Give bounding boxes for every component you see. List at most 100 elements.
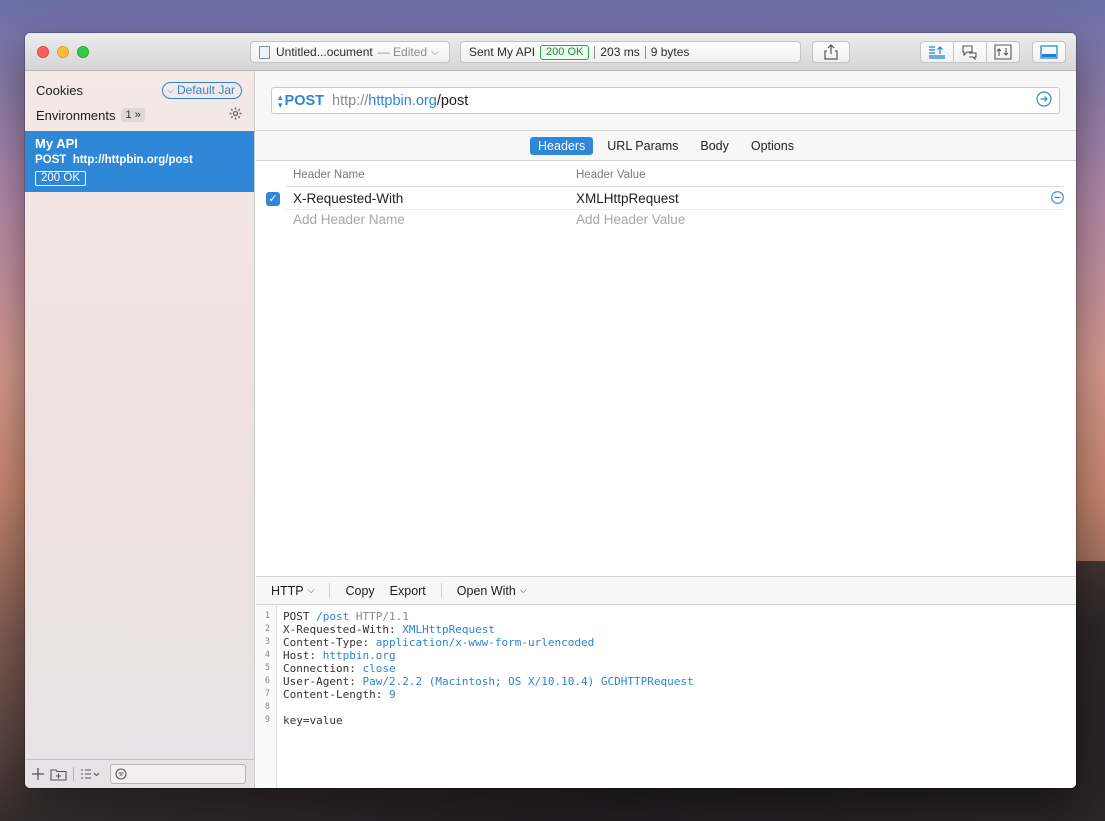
format-selector[interactable]: HTTP ⌵ bbox=[271, 584, 314, 598]
headers-table: Header Name Header Value ✓ X-Requested-W… bbox=[256, 162, 1076, 576]
request-item-url: POST http://httpbin.org/post bbox=[35, 154, 193, 166]
cookies-label: Cookies bbox=[36, 82, 83, 98]
tab-body[interactable]: Body bbox=[692, 137, 737, 155]
line-number: 4 bbox=[264, 650, 270, 660]
document-name: Untitled...ocument bbox=[276, 45, 373, 59]
share-icon bbox=[824, 44, 838, 60]
zoom-window-button[interactable] bbox=[77, 46, 89, 58]
divider bbox=[440, 583, 442, 598]
sent-label: Sent My API bbox=[469, 45, 536, 59]
preview-toolbar: HTTP ⌵ Copy Export Open With ⌵ bbox=[256, 576, 1076, 605]
line-number: 2 bbox=[264, 624, 270, 634]
status-badge: 200 OK bbox=[540, 44, 590, 60]
tab-headers[interactable]: Headers bbox=[530, 136, 594, 155]
url-host: httpbin.org bbox=[368, 92, 437, 109]
request-name: My API bbox=[497, 45, 536, 59]
code-generator-button[interactable] bbox=[953, 41, 987, 63]
gear-icon[interactable] bbox=[229, 107, 242, 123]
environments-row[interactable]: Environments 1 » bbox=[36, 106, 242, 124]
code-line: 2 X-Requested-With: XMLHttpRequest bbox=[256, 623, 1076, 636]
document-icon bbox=[259, 45, 270, 59]
code-line: 6 User-Agent: Paw/2.2.2 (Macintosh; OS X/… bbox=[256, 675, 1076, 688]
code-line: 5 Connection: close bbox=[256, 662, 1076, 675]
filter-icon bbox=[115, 768, 127, 780]
minimize-window-button[interactable] bbox=[57, 46, 69, 58]
copy-button[interactable]: Copy bbox=[345, 584, 374, 598]
tab-options[interactable]: Options bbox=[743, 137, 802, 155]
divider bbox=[644, 45, 646, 59]
add-group-icon[interactable] bbox=[50, 768, 67, 781]
tab-url-params[interactable]: URL Params bbox=[599, 137, 686, 155]
divider bbox=[594, 45, 596, 59]
table-row: Add Header Name Add Header Value bbox=[256, 209, 1076, 230]
duration-label: 203 ms bbox=[600, 45, 640, 59]
share-button[interactable] bbox=[812, 41, 850, 63]
request-item-status-badge: 200 OK bbox=[35, 171, 86, 186]
divider bbox=[73, 767, 74, 781]
code-text: User-Agent: Paw/2.2.2 (Macintosh; OS X/1… bbox=[283, 675, 694, 688]
header-name-column: Header Name bbox=[293, 169, 365, 181]
environments-label: Environments bbox=[36, 107, 116, 123]
line-number: 6 bbox=[264, 676, 270, 686]
sort-menu-icon[interactable] bbox=[80, 768, 102, 780]
request-view-icon bbox=[929, 46, 945, 59]
url-bar-area: ▴ ▾ POST http:// httpbin.org /post bbox=[256, 71, 1076, 131]
chevron-down-icon: ⌵ bbox=[519, 585, 527, 595]
request-item-name: My API bbox=[35, 136, 78, 151]
send-request-icon[interactable] bbox=[1036, 90, 1052, 111]
remove-row-icon[interactable] bbox=[1051, 191, 1064, 207]
chevron-down-icon: ⌵ bbox=[167, 84, 174, 95]
header-value-column: Header Value bbox=[576, 169, 646, 181]
code-line: 1 POST /post HTTP/1.1 bbox=[256, 610, 1076, 623]
sidebar-footer bbox=[25, 759, 254, 788]
code-text: Host: httpbin.org bbox=[283, 649, 396, 662]
code-line: 9 key=value bbox=[256, 714, 1076, 727]
line-number: 7 bbox=[264, 689, 270, 699]
method-selector-icon[interactable]: ▴ ▾ bbox=[278, 92, 283, 109]
request-view-button[interactable] bbox=[920, 41, 954, 63]
url-input[interactable]: ▴ ▾ POST http:// httpbin.org /post bbox=[271, 87, 1060, 114]
edited-label: — Edited bbox=[377, 45, 428, 59]
filter-field[interactable] bbox=[110, 764, 246, 784]
cookie-jar-selector[interactable]: ⌵ Default Jar bbox=[162, 81, 242, 99]
code-text: Content-Length: 9 bbox=[283, 688, 396, 701]
request-tabs: Headers URL Params Body Options bbox=[256, 131, 1076, 161]
view-segmented-control bbox=[920, 41, 1020, 63]
header-enabled-checkbox[interactable]: ✓ bbox=[266, 192, 280, 206]
line-number: 9 bbox=[264, 715, 270, 725]
line-number: 5 bbox=[264, 663, 270, 673]
titlebar: Untitled...ocument — Edited ⌵ Sent My AP… bbox=[25, 33, 1076, 71]
code-line: 3 Content-Type: application/x-www-form-ur… bbox=[256, 636, 1076, 649]
add-header-value-field[interactable]: Add Header Value bbox=[576, 212, 685, 227]
main-panel: ▴ ▾ POST http:// httpbin.org /post Header… bbox=[256, 71, 1076, 788]
response-view-icon bbox=[994, 44, 1012, 60]
code-text: Content-Type: application/x-www-form-url… bbox=[283, 636, 595, 649]
cookies-row: Cookies ⌵ Default Jar bbox=[36, 81, 242, 99]
code-text: POST /post HTTP/1.1 bbox=[283, 610, 409, 623]
export-button[interactable]: Export bbox=[390, 584, 426, 598]
line-number: 1 bbox=[264, 611, 270, 621]
layout-toggle-button[interactable] bbox=[1032, 41, 1066, 63]
url-path: /post bbox=[436, 92, 469, 109]
app-window: Untitled...ocument — Edited ⌵ Sent My AP… bbox=[25, 33, 1076, 788]
add-header-name-field[interactable]: Add Header Name bbox=[293, 212, 405, 227]
cookie-jar-label: Default Jar bbox=[176, 83, 235, 97]
open-with-menu[interactable]: Open With ⌵ bbox=[457, 584, 527, 598]
close-window-button[interactable] bbox=[37, 46, 49, 58]
code-text: X-Requested-With: XMLHttpRequest bbox=[283, 623, 495, 636]
header-value-cell[interactable]: XMLHttpRequest bbox=[576, 191, 679, 206]
method-selector[interactable]: POST bbox=[285, 93, 324, 109]
add-icon[interactable] bbox=[32, 768, 44, 780]
response-view-button[interactable] bbox=[986, 41, 1020, 63]
layout-icon bbox=[1040, 45, 1058, 59]
table-row: ✓ X-Requested-With XMLHttpRequest bbox=[256, 188, 1076, 209]
status-display: Sent My API 200 OK 203 ms 9 bytes bbox=[460, 41, 801, 63]
http-preview: 1 POST /post HTTP/1.1 2 X-Requested-With: X… bbox=[256, 605, 1076, 788]
header-name-cell[interactable]: X-Requested-With bbox=[293, 191, 403, 206]
document-title-menu[interactable]: Untitled...ocument — Edited ⌵ bbox=[250, 41, 450, 63]
code-line: 4 Host: httpbin.org bbox=[256, 649, 1076, 662]
environment-count-badge[interactable]: 1 » bbox=[121, 108, 145, 122]
chevron-down-icon: ⌵ bbox=[307, 585, 315, 595]
request-list-item[interactable]: My API POST http://httpbin.org/post 200 … bbox=[25, 131, 254, 192]
line-number: 8 bbox=[264, 702, 270, 712]
